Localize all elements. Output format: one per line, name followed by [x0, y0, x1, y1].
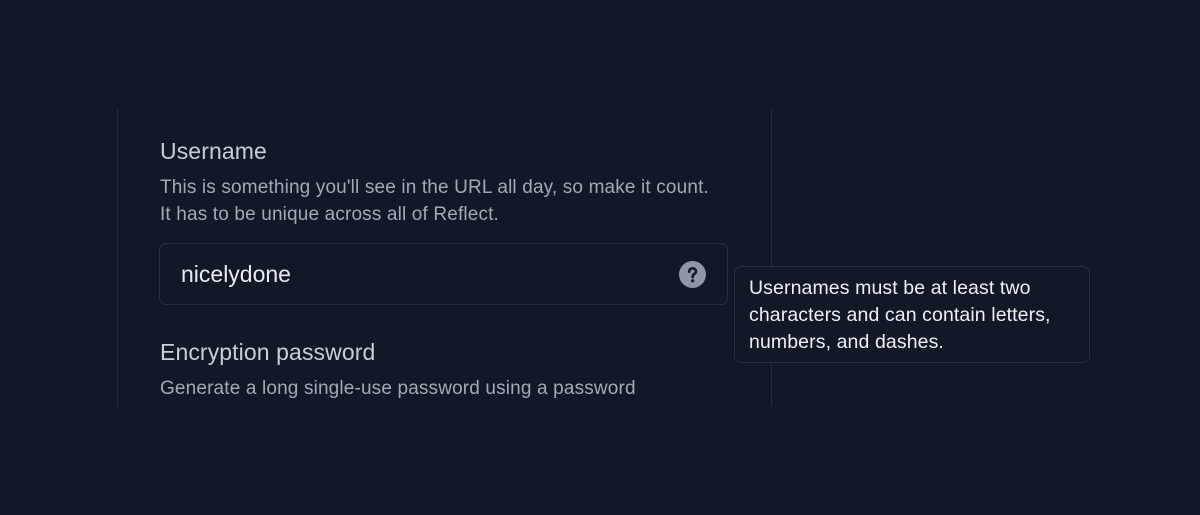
encryption-password-title: Encryption password [160, 339, 376, 365]
username-input[interactable]: nicelydone [159, 243, 728, 305]
username-input-value[interactable]: nicelydone [181, 244, 291, 304]
left-divider [117, 109, 118, 406]
encryption-password-description: Generate a long single-use password usin… [160, 378, 636, 399]
username-description: This is something you'll see in the URL … [160, 177, 709, 225]
tooltip-text: Usernames must be at least two character… [749, 277, 1051, 353]
username-help-tooltip: Usernames must be at least two character… [734, 266, 1090, 363]
question-mark-circle-icon[interactable] [679, 261, 706, 288]
username-title: Username [160, 138, 267, 164]
settings-form-panel: Username This is something you'll see in… [0, 0, 1200, 515]
